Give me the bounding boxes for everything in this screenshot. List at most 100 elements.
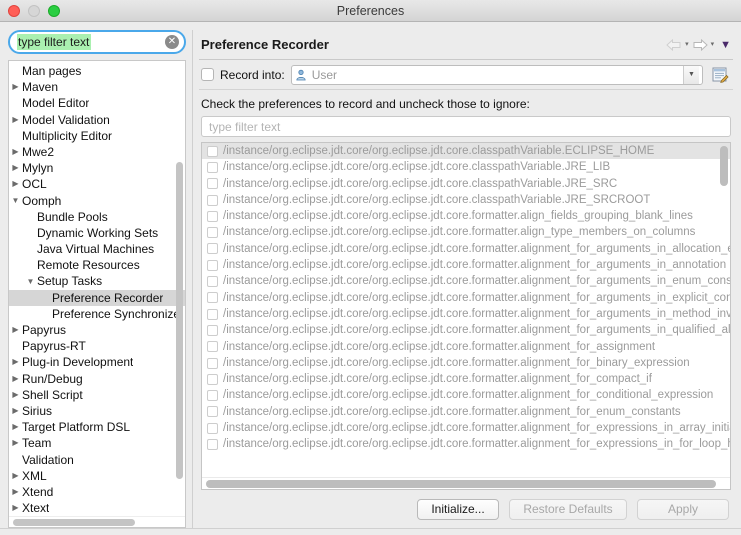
preference-checkbox[interactable] [207,161,218,173]
preference-checkbox[interactable] [207,341,218,353]
forward-menu-chevron-down-icon[interactable]: ▾ [711,38,715,52]
chevron-right-icon[interactable]: ▶ [9,79,22,95]
preference-checkbox[interactable] [207,145,218,157]
preference-list-item[interactable]: /instance/org.eclipse.jdt.core/org.eclip… [202,355,730,371]
sidebar-item-man-pages[interactable]: Man pages [9,63,185,79]
sidebar-item-ocl[interactable]: ▶ OCL [9,176,185,192]
preference-checkbox[interactable] [207,259,218,271]
sidebar-item-plug-in-development[interactable]: ▶ Plug-in Development [9,354,185,370]
sidebar-item-xtend[interactable]: ▶ Xtend [9,484,185,500]
chevron-right-icon[interactable]: ▶ [9,322,22,338]
chevron-right-icon[interactable]: ▶ [9,144,22,160]
preference-list-item[interactable]: /instance/org.eclipse.jdt.core/org.eclip… [202,192,730,208]
preference-list-item[interactable]: /instance/org.eclipse.jdt.core/org.eclip… [202,176,730,192]
chevron-right-icon[interactable]: ▶ [9,387,22,403]
preference-list-item[interactable]: /instance/org.eclipse.jdt.core/org.eclip… [202,322,730,338]
edit-preferences-icon[interactable] [709,65,731,85]
preference-checkbox[interactable] [207,308,218,320]
chevron-down-icon[interactable]: ▼ [9,193,22,209]
back-arrow-icon[interactable] [665,38,683,52]
preference-checkbox[interactable] [207,194,218,206]
preference-list-item[interactable]: /instance/org.eclipse.jdt.core/org.eclip… [202,290,730,306]
preference-checkbox[interactable] [207,324,218,336]
chevron-right-icon[interactable]: ▶ [9,403,22,419]
preference-list-item[interactable]: /instance/org.eclipse.jdt.core/org.eclip… [202,339,730,355]
preference-checkbox[interactable] [207,422,218,434]
preference-list-item[interactable]: /instance/org.eclipse.jdt.core/org.eclip… [202,241,730,257]
sidebar-item-validation[interactable]: Validation [9,452,185,468]
sidebar-item-run-debug[interactable]: ▶ Run/Debug [9,371,185,387]
preference-list-item[interactable]: /instance/org.eclipse.jdt.core/org.eclip… [202,208,730,224]
list-horizontal-scrollbar[interactable] [202,477,730,490]
preference-list-item[interactable]: /instance/org.eclipse.jdt.core/org.eclip… [202,436,730,452]
chevron-down-icon[interactable]: ▼ [24,274,37,290]
chevron-right-icon[interactable]: ▶ [9,468,22,484]
preference-checkbox[interactable] [207,243,218,255]
sidebar-item-bundle-pools[interactable]: Bundle Pools [9,209,185,225]
preference-list-item[interactable]: /instance/org.eclipse.jdt.core/org.eclip… [202,404,730,420]
preference-list-item[interactable]: /instance/org.eclipse.jdt.core/org.eclip… [202,371,730,387]
clear-icon[interactable]: ✕ [165,35,179,49]
list-vertical-scrollbar[interactable] [719,144,729,476]
preference-checkbox[interactable] [207,227,218,239]
view-menu-chevron-down-icon[interactable]: ▼ [720,39,731,51]
tree-vertical-scrollbar[interactable] [175,62,184,515]
sidebar-item-papyrus-rt[interactable]: Papyrus-RT [9,338,185,354]
sidebar-item-oomph[interactable]: ▼ Oomph [9,193,185,209]
sidebar-item-sirius[interactable]: ▶ Sirius [9,403,185,419]
preference-checkbox[interactable] [207,276,218,288]
initialize-button[interactable]: Initialize... [417,498,499,520]
sidebar-item-shell-script[interactable]: ▶ Shell Script [9,387,185,403]
preference-checkbox[interactable] [207,406,218,418]
preference-checkbox[interactable] [207,357,218,369]
sidebar-item-mwe2[interactable]: ▶ Mwe2 [9,144,185,160]
list-vertical-scrollbar-thumb[interactable] [720,146,728,186]
record-into-combo[interactable]: User ▼ [290,64,703,85]
sidebar-item-model-validation[interactable]: ▶ Model Validation [9,112,185,128]
chevron-right-icon[interactable]: ▶ [9,484,22,500]
filter-input[interactable] [8,30,186,54]
sidebar-item-remote-resources[interactable]: Remote Resources [9,257,185,273]
chevron-right-icon[interactable]: ▶ [9,500,22,516]
sidebar-item-model-editor[interactable]: Model Editor [9,95,185,111]
preference-list-item[interactable]: /instance/org.eclipse.jdt.core/org.eclip… [202,306,730,322]
tree-horizontal-scrollbar[interactable] [9,516,185,528]
sidebar-item-xtext[interactable]: ▶ Xtext [9,500,185,516]
restore-defaults-button[interactable]: Restore Defaults [509,498,627,520]
tree-vertical-scrollbar-thumb[interactable] [176,161,183,479]
sidebar-item-mylyn[interactable]: ▶ Mylyn [9,160,185,176]
chevron-right-icon[interactable]: ▶ [9,435,22,451]
preference-list-filter[interactable]: type filter text [201,116,731,137]
sidebar-item-team[interactable]: ▶ Team [9,435,185,451]
preference-list-item[interactable]: /instance/org.eclipse.jdt.core/org.eclip… [202,420,730,436]
preference-checkbox[interactable] [207,373,218,385]
list-horizontal-scrollbar-thumb[interactable] [206,480,716,489]
sidebar-item-preference-recorder[interactable]: Preference Recorder [9,289,185,306]
sidebar-item-papyrus[interactable]: ▶ Papyrus [9,322,185,338]
sidebar-item-setup-tasks[interactable]: ▼ Setup Tasks [9,273,185,289]
preference-checkbox[interactable] [207,438,218,450]
preference-list-item[interactable]: /instance/org.eclipse.jdt.core/org.eclip… [202,224,730,240]
record-into-checkbox[interactable] [201,68,214,81]
preference-checkbox[interactable] [207,390,218,402]
forward-arrow-icon[interactable] [691,38,709,52]
chevron-right-icon[interactable]: ▶ [9,371,22,387]
preference-checkbox[interactable] [207,178,218,190]
minimize-button[interactable] [28,4,40,17]
preference-list-item[interactable]: /instance/org.eclipse.jdt.core/org.eclip… [202,143,730,160]
sidebar-item-multiplicity-editor[interactable]: Multiplicity Editor [9,128,185,144]
chevron-right-icon[interactable]: ▶ [9,354,22,370]
sidebar-item-java-virtual-machines[interactable]: Java Virtual Machines [9,241,185,257]
preference-checkbox[interactable] [207,292,218,304]
chevron-right-icon[interactable]: ▶ [9,176,22,192]
sidebar-item-maven[interactable]: ▶ Maven [9,79,185,95]
chevron-right-icon[interactable]: ▶ [9,112,22,128]
preference-list-item[interactable]: /instance/org.eclipse.jdt.core/org.eclip… [202,257,730,273]
preference-list-item[interactable]: /instance/org.eclipse.jdt.core/org.eclip… [202,273,730,289]
chevron-right-icon[interactable]: ▶ [9,419,22,435]
preference-list-item[interactable]: /instance/org.eclipse.jdt.core/org.eclip… [202,159,730,175]
chevron-right-icon[interactable]: ▶ [9,160,22,176]
sidebar-item-dynamic-working-sets[interactable]: Dynamic Working Sets [9,225,185,241]
preference-checkbox[interactable] [207,210,218,222]
apply-button[interactable]: Apply [637,498,729,520]
